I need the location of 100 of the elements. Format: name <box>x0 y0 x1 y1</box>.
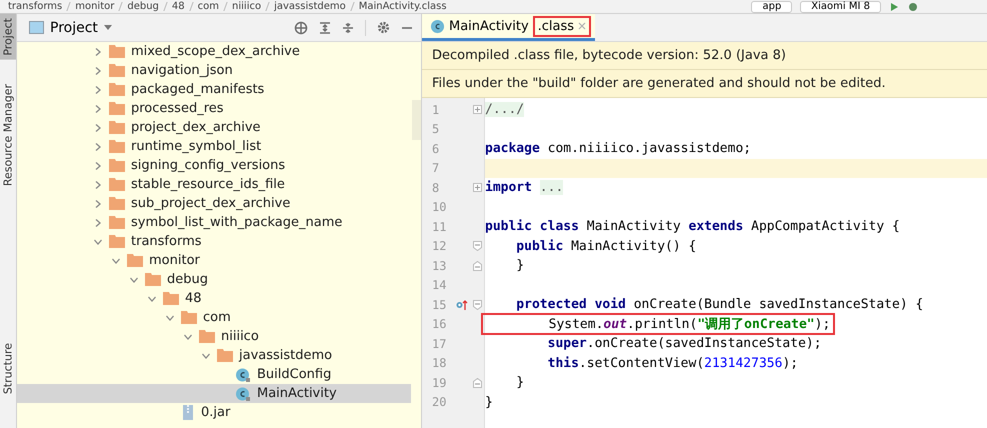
tree-row[interactable]: navigation_json <box>17 61 411 80</box>
class-icon <box>235 366 251 382</box>
breadcrumb[interactable]: javassistdemo <box>274 1 346 12</box>
info-banner: Decompiled .class file, bytecode version: 52.0 (Java 8) <box>422 42 987 70</box>
tree-row[interactable]: 48 <box>17 289 411 308</box>
line-number: 14 <box>431 278 448 292</box>
chevron-right-icon[interactable] <box>93 218 103 228</box>
chevron-right-icon[interactable] <box>93 104 103 114</box>
tab-file-name: MainActivity <box>449 18 529 34</box>
expand-all-icon[interactable] <box>319 22 331 34</box>
line-number: 13 <box>431 258 448 273</box>
settings-icon[interactable] <box>377 21 390 34</box>
tree-row[interactable]: debug <box>17 270 411 289</box>
tool-window-tab[interactable]: Structure <box>0 338 16 398</box>
code-line: } <box>515 258 524 274</box>
class-icon <box>430 18 445 34</box>
breadcrumb[interactable]: MainActivity.class <box>358 1 447 12</box>
close-icon[interactable] <box>578 22 586 30</box>
device-selector[interactable]: Xiaomi MI 8 <box>800 0 881 12</box>
folder-icon <box>109 121 125 134</box>
chevron-right-icon[interactable] <box>93 122 103 132</box>
collapse-all-icon[interactable] <box>342 22 354 34</box>
chevron-right-icon[interactable] <box>93 198 103 208</box>
code-line: protected void onCreate(Bundle savedInstanceState) { <box>515 297 924 312</box>
line-number: 1 <box>431 102 440 117</box>
chevron-right-icon[interactable] <box>93 84 103 94</box>
expand-fold-icon[interactable] <box>473 105 482 114</box>
tree-row[interactable]: 0.jar <box>17 403 411 422</box>
tree-row[interactable]: runtime_symbol_list <box>17 137 411 156</box>
breadcrumb[interactable]: com <box>198 1 220 12</box>
tree-row[interactable]: symbol_list_with_package_name <box>17 213 411 232</box>
tree-row[interactable]: BuildConfig <box>17 365 411 384</box>
folder-icon <box>109 45 125 58</box>
chevron-right-icon[interactable] <box>93 46 103 56</box>
tree-row[interactable]: project_dex_archive <box>17 118 411 137</box>
expand-fold-icon[interactable] <box>473 183 482 192</box>
breadcrumb[interactable]: monitor <box>75 1 114 12</box>
tree-row[interactable]: javassistdemo <box>17 346 411 365</box>
line-number: 5 <box>431 122 440 136</box>
breadcrumb[interactable]: niiiico <box>232 1 262 12</box>
tree-row[interactable]: monitor <box>17 251 411 270</box>
caret-icon[interactable] <box>104 25 112 30</box>
folder-icon <box>109 197 125 210</box>
tree-row[interactable]: niiiico <box>17 327 411 346</box>
line-number: 7 <box>431 161 440 176</box>
editor-tab[interactable]: MainActivity .class <box>422 14 596 41</box>
code-line: } <box>515 375 524 390</box>
info-banner: Files under the "build" folder are generated and should not be edited. <box>422 70 987 98</box>
line-number: 17 <box>431 336 448 351</box>
tree-row[interactable]: processed_res <box>17 99 411 118</box>
folder-icon <box>181 311 197 324</box>
code-line: super.onCreate(savedInstanceState); <box>546 336 822 352</box>
line-number: 12 <box>431 239 448 254</box>
tree-row[interactable]: MainActivity <box>17 384 411 403</box>
folder-icon <box>145 273 161 286</box>
locate-icon[interactable] <box>294 20 308 34</box>
project-view-dropdown[interactable]: Project <box>25 20 116 36</box>
code-line: } <box>485 394 493 410</box>
run-icon[interactable] <box>889 2 899 12</box>
line-number: 18 <box>431 356 448 370</box>
fold-end-icon[interactable] <box>473 378 482 388</box>
code-line: System.out.println("调用了onCreate"); <box>548 316 830 334</box>
code-line: public MainActivity() { <box>515 238 696 254</box>
scrollbar-thumb[interactable] <box>412 100 421 140</box>
tree-row[interactable]: packaged_manifests <box>17 80 411 99</box>
tool-window-tab[interactable]: Project <box>0 14 16 60</box>
class-icon <box>235 386 251 402</box>
fold-start-icon[interactable] <box>473 241 482 252</box>
code-line: public class MainActivity extends AppCompatActivity { <box>485 219 900 234</box>
tree-row[interactable]: transforms <box>17 232 411 251</box>
code-line: import ... <box>485 180 564 196</box>
tree-row[interactable]: com <box>17 308 411 327</box>
breadcrumb[interactable]: debug <box>127 1 159 12</box>
folder-icon <box>217 349 233 362</box>
breadcrumb[interactable]: transforms <box>8 1 62 12</box>
override-marker-icon[interactable] <box>456 298 468 311</box>
line-number: 11 <box>431 220 448 234</box>
tree-row[interactable]: sub_project_dex_archive <box>17 194 411 213</box>
line-number: 16 <box>431 317 448 332</box>
folder-icon <box>163 292 179 305</box>
tree-row[interactable]: mixed_scope_dex_archive <box>17 42 411 61</box>
folder-icon <box>109 64 125 77</box>
module-selector[interactable]: app <box>751 0 792 12</box>
jar-icon <box>181 405 195 420</box>
chevron-right-icon[interactable] <box>93 66 103 76</box>
folder-icon <box>199 330 215 343</box>
chevron-right-icon[interactable] <box>93 142 103 152</box>
tree-row[interactable]: stable_resource_ids_file <box>17 175 411 194</box>
code-line: package com.niiiico.javassistdemo; <box>485 141 752 156</box>
code-line: this.setContentView(2131427356); <box>546 356 798 371</box>
breadcrumb[interactable]: 48 <box>172 1 185 12</box>
chevron-right-icon[interactable] <box>93 180 103 190</box>
chevron-right-icon[interactable] <box>93 160 103 170</box>
tool-window-tab[interactable]: Resource Manager <box>0 80 16 190</box>
folder-icon <box>127 254 143 267</box>
fold-start-icon[interactable] <box>473 300 482 310</box>
fold-end-icon[interactable] <box>473 260 482 271</box>
tree-row[interactable]: signing_config_versions <box>17 156 411 175</box>
folder-icon <box>109 102 125 115</box>
line-number: 15 <box>431 298 448 312</box>
